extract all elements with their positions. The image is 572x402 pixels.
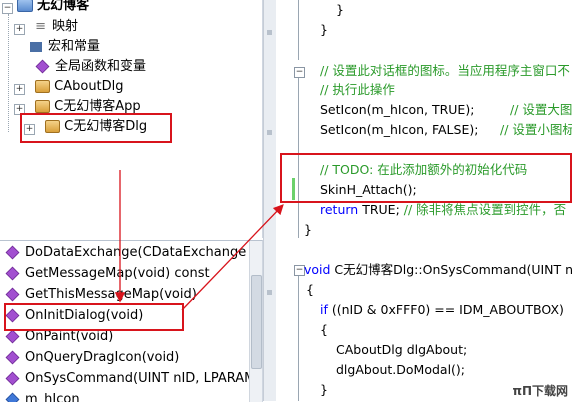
arrow-to-code (181, 204, 284, 311)
annotation-arrows (114, 170, 284, 311)
